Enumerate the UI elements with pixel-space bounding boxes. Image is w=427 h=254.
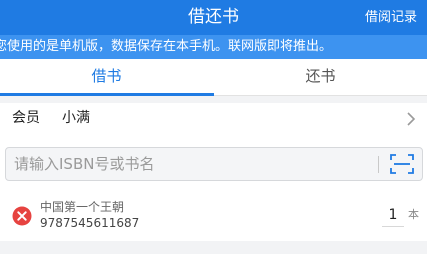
quantity-unit: 本: [408, 208, 419, 221]
tab-bar: 借书 还书: [0, 59, 427, 96]
quantity-field[interactable]: 1: [382, 204, 404, 227]
notice-bar: 您使用的是单机版，数据保存在本手机。联网版即将推出。: [0, 35, 427, 59]
borrow-records-link[interactable]: 借阅记录: [365, 0, 417, 35]
search-box: [5, 147, 423, 181]
search-separator: [378, 156, 379, 173]
tab-divider: [214, 95, 427, 96]
book-isbn: 9787545611687: [40, 216, 140, 230]
member-label: 会员: [12, 110, 40, 126]
active-tab-indicator: [0, 93, 214, 96]
delete-circle-icon[interactable]: [12, 206, 32, 226]
notice-text: 您使用的是单机版，数据保存在本手机。联网版即将推出。: [0, 39, 333, 54]
scan-icon[interactable]: [390, 154, 414, 174]
isbn-search-input[interactable]: [14, 148, 374, 180]
member-selector[interactable]: 会员 小满: [0, 103, 427, 134]
chevron-right-icon: [407, 112, 416, 126]
book-list-item: 中国第一个王朝 9787545611687 1 本: [0, 194, 427, 241]
member-name: 小满: [62, 110, 90, 126]
tab-borrow[interactable]: 借书: [0, 59, 214, 96]
app-header: 借还书 借阅记录: [0, 0, 427, 35]
tab-return[interactable]: 还书: [214, 59, 427, 96]
tab-borrow-label: 借书: [91, 67, 122, 85]
book-title: 中国第一个王朝: [40, 200, 125, 214]
tab-return-label: 还书: [305, 67, 336, 85]
search-section: [0, 134, 427, 194]
page-title: 借还书: [188, 7, 239, 27]
